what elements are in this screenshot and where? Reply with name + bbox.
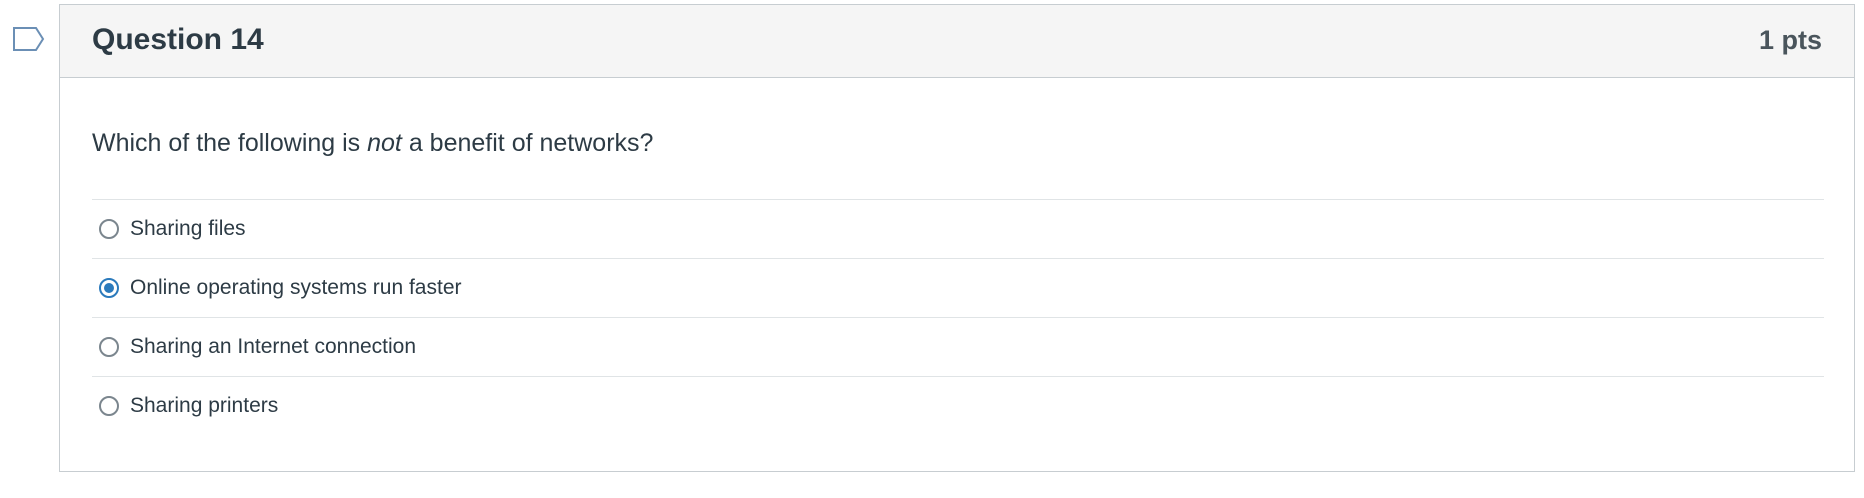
answer-list: Sharing files Online operating systems r… xyxy=(92,199,1824,435)
question-title: Question 14 xyxy=(92,23,264,56)
answer-label: Sharing an Internet connection xyxy=(130,335,417,358)
question-header: Question 14 1 pts xyxy=(60,5,1854,78)
answer-option-sharing-printers[interactable]: Sharing printers xyxy=(92,376,1824,435)
question-text-after: a benefit of networks? xyxy=(401,129,654,157)
answer-option-sharing-files[interactable]: Sharing files xyxy=(92,199,1824,258)
question-points: 1 pts xyxy=(1758,25,1822,55)
answer-option-online-os-faster[interactable]: Online operating systems run faster xyxy=(92,258,1824,317)
question-text-emphasis: not xyxy=(367,129,402,157)
answer-label: Sharing printers xyxy=(130,394,279,417)
answer-label: Sharing files xyxy=(130,217,246,240)
answer-radio-button[interactable] xyxy=(99,337,119,357)
question-card: Question 14 1 pts Which of the following… xyxy=(59,4,1855,472)
answer-radio-button-selected[interactable] xyxy=(99,278,119,298)
question-text: Which of the following is not a benefit … xyxy=(92,129,653,158)
answer-radio-button[interactable] xyxy=(99,219,119,239)
answer-option-sharing-internet[interactable]: Sharing an Internet connection xyxy=(92,317,1824,376)
answer-label: Online operating systems run faster xyxy=(130,276,462,299)
question-text-before: Which of the following is xyxy=(92,129,368,157)
answer-radio-button[interactable] xyxy=(99,396,119,416)
flag-question-icon[interactable] xyxy=(12,26,46,52)
